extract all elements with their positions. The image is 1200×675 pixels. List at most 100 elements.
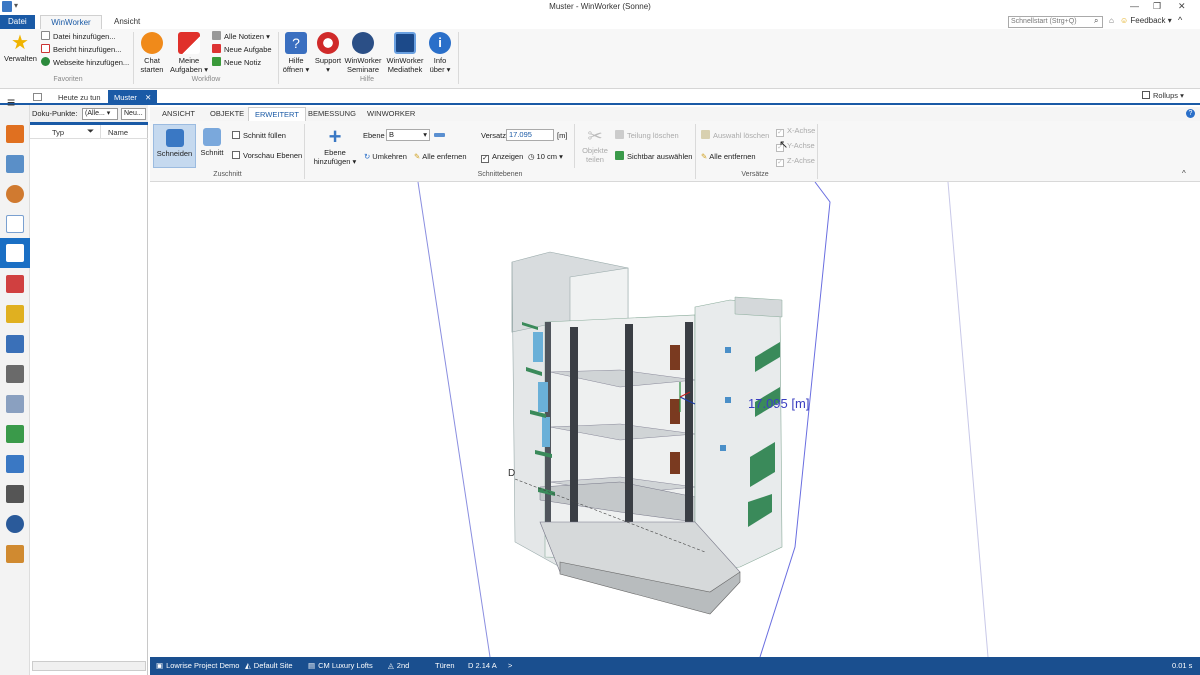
- neue-aufgabe-button[interactable]: Neue Aufgabe: [212, 43, 272, 56]
- calculator-icon[interactable]: [6, 485, 24, 503]
- alle-enfernen-button[interactable]: ✎ Alle enfernen: [414, 150, 467, 163]
- auswahl-loeschen-button[interactable]: Auswahl löschen: [701, 129, 769, 142]
- minimize-button[interactable]: —: [1130, 1, 1139, 11]
- filter-icon[interactable]: ⏷: [87, 126, 94, 137]
- info-label-2: über: [429, 65, 445, 74]
- objekte-teilen-button[interactable]: ✂ Objekte teilen: [578, 126, 612, 164]
- status-item-building[interactable]: ▤ CM Luxury Lofts: [308, 661, 373, 670]
- support-button[interactable]: Support ▾: [313, 32, 343, 74]
- webseite-hinzufuegen-label: Webseite hinzufügen...: [53, 58, 130, 67]
- umkehren-button[interactable]: ↻ Umkehren: [364, 150, 407, 163]
- help-icon[interactable]: ?: [1186, 109, 1195, 118]
- mediathek-button[interactable]: WinWorker Mediathek: [385, 32, 425, 74]
- horizontal-scrollbar[interactable]: [32, 661, 146, 671]
- webseite-hinzufuegen-button[interactable]: Webseite hinzufügen...: [41, 56, 129, 69]
- alle-entfernen-versatz-button[interactable]: ✎ Alle entfernen: [701, 150, 756, 163]
- versatz-input[interactable]: 17.095: [506, 129, 554, 141]
- tab-muster[interactable]: Muster ✕: [108, 90, 158, 105]
- markup-icon[interactable]: [6, 275, 24, 293]
- tab-viewer-erweitert[interactable]: ERWEITERT: [248, 107, 306, 121]
- zuschnitt-group-label: Zuschnitt: [213, 171, 242, 178]
- status-item-category[interactable]: Türen: [435, 661, 455, 670]
- objekte-teilen-label-1: Objekte: [582, 146, 608, 155]
- doku-filter-select[interactable]: (Alle... ▾: [82, 108, 118, 120]
- x-achse-checkbox[interactable]: ✓ X-Achse: [776, 124, 815, 137]
- alle-notizen-button[interactable]: Alle Notizen ▾: [212, 30, 270, 43]
- ebene-select[interactable]: B ▾: [386, 129, 430, 141]
- status-more[interactable]: >: [508, 661, 512, 670]
- z-achse-checkbox[interactable]: ✓ Z-Achse: [776, 154, 815, 167]
- bim-model-icon[interactable]: [6, 244, 24, 262]
- hamburger-menu-icon[interactable]: ≡: [7, 95, 15, 109]
- verwalten-button[interactable]: ★ Verwalten: [4, 32, 37, 63]
- minus-icon[interactable]: [434, 133, 445, 137]
- close-tab-icon[interactable]: ✕: [145, 93, 151, 102]
- sichtbar-auswaehlen-button[interactable]: Sichtbar auswählen: [615, 150, 692, 163]
- hilfe-oeffnen-button[interactable]: ? Hilfe öffnen ▾: [282, 32, 310, 74]
- tab-viewer-bemessung[interactable]: BEMESSUNG: [302, 107, 362, 121]
- search-icon[interactable]: ⌕: [1094, 16, 1098, 26]
- meine-aufgaben-button[interactable]: Meine Aufgaben ▾: [170, 32, 208, 74]
- package-icon[interactable]: [6, 545, 24, 563]
- flag-icon: [178, 32, 200, 54]
- list-icon[interactable]: [6, 395, 24, 413]
- tab-datei[interactable]: Datei: [0, 15, 35, 29]
- doku-column-header: Typ ⏷ Name: [30, 125, 148, 139]
- document-icon[interactable]: [6, 215, 24, 233]
- document-tab-bar: Heute zu tun Muster ✕ Rollups ▾: [0, 89, 1200, 105]
- settings-icon[interactable]: [6, 515, 24, 533]
- status-item-element[interactable]: D 2.14 A: [468, 661, 497, 670]
- panel-toggle-icon[interactable]: [33, 93, 42, 101]
- feedback-button[interactable]: ☺ Feedback ▾: [1120, 16, 1172, 25]
- datei-hinzufuegen-button[interactable]: Datei hinzufügen...: [41, 30, 116, 43]
- dashboard-icon[interactable]: [6, 155, 24, 173]
- column: [685, 322, 693, 552]
- tab-winworker[interactable]: WinWorker: [40, 15, 102, 29]
- tab-viewer-objekte[interactable]: OBJEKTE: [204, 107, 250, 121]
- col-name[interactable]: Name: [108, 128, 128, 137]
- z-achse-label: Z-Achse: [787, 156, 815, 165]
- shapes-icon[interactable]: [6, 425, 24, 443]
- chat-starten-button[interactable]: Chat starten: [138, 32, 166, 74]
- right-block: [694, 299, 783, 573]
- tab-ansicht[interactable]: Ansicht: [106, 15, 148, 29]
- schnitt-button[interactable]: Schnitt: [198, 128, 226, 157]
- doku-new-button[interactable]: Neu...: [121, 108, 146, 120]
- home-icon[interactable]: ⌂: [1109, 16, 1114, 25]
- status-item-site[interactable]: ◭ Default Site: [245, 661, 293, 670]
- col-typ[interactable]: Typ: [52, 128, 64, 137]
- calendar-icon[interactable]: [6, 125, 24, 143]
- camera-icon[interactable]: [6, 365, 24, 383]
- contacts-icon[interactable]: [6, 185, 24, 203]
- bericht-hinzufuegen-button[interactable]: Bericht hinzufügen...: [41, 43, 121, 56]
- close-button[interactable]: ✕: [1178, 1, 1186, 12]
- step-select[interactable]: ◷ 10 cm ▾: [528, 150, 563, 163]
- status-item-project[interactable]: ▣ Lowrise Project Demo: [156, 661, 239, 670]
- schnitt-fuellen-checkbox[interactable]: Schnitt füllen: [232, 129, 286, 142]
- info-button[interactable]: i Info über ▾: [427, 32, 453, 74]
- neue-notiz-button[interactable]: Neue Notiz: [212, 56, 261, 69]
- 3d-viewport[interactable]: 17.095 [m] D: [150, 182, 1200, 657]
- collapse-ribbon-icon[interactable]: ^: [1182, 169, 1186, 178]
- section-plane-edge: [417, 182, 491, 657]
- pointer-icon[interactable]: [6, 455, 24, 473]
- restore-button[interactable]: ❐: [1153, 1, 1161, 12]
- rollups-button[interactable]: Rollups ▾: [1142, 91, 1184, 100]
- smiley-icon: ☺: [1120, 16, 1129, 25]
- checkbox-checked: ✓: [481, 155, 489, 163]
- measure-icon[interactable]: [6, 305, 24, 323]
- building-model-svg: [417, 182, 989, 657]
- teilung-loeschen-button[interactable]: Teilung löschen: [615, 129, 679, 142]
- tab-viewer-winworker[interactable]: WINWORKER: [361, 107, 421, 121]
- ebene-hinzufuegen-button[interactable]: + Ebene hinzufügen ▾: [310, 126, 360, 167]
- quick-search-input[interactable]: Schnellstart (Strg+Q): [1008, 16, 1103, 28]
- ribbon-collapse-icon[interactable]: ^: [1178, 15, 1182, 25]
- tab-heute-zu-tun[interactable]: Heute zu tun: [52, 90, 107, 105]
- tab-viewer-ansicht[interactable]: ANSICHT: [156, 107, 201, 121]
- seminare-button[interactable]: WinWorker Seminare: [344, 32, 382, 74]
- plan-icon[interactable]: [6, 335, 24, 353]
- status-item-storey[interactable]: ◬ 2nd: [388, 661, 409, 670]
- anzeigen-checkbox[interactable]: ✓ Anzeigen: [481, 150, 523, 163]
- schneiden-button[interactable]: Schneiden: [153, 124, 196, 168]
- vorschau-ebenen-checkbox[interactable]: Vorschau Ebenen: [232, 149, 302, 162]
